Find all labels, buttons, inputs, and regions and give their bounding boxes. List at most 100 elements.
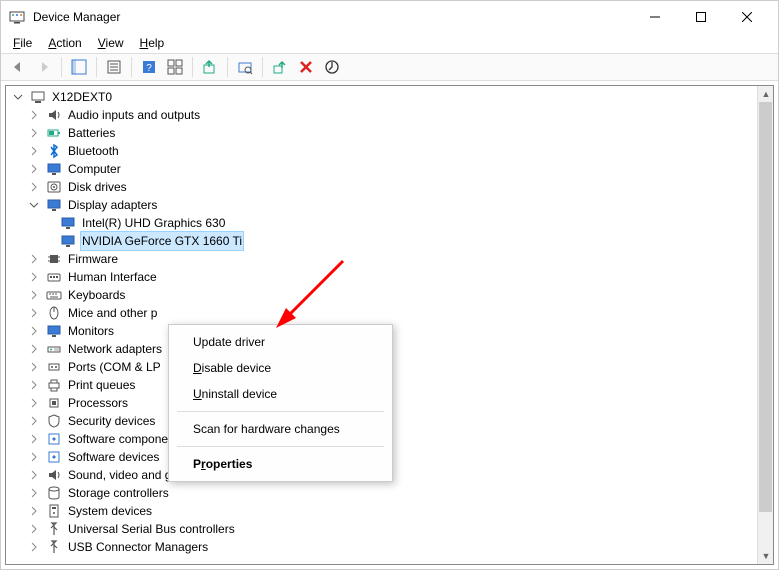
tree-item[interactable]: Computer xyxy=(6,160,773,178)
tree-item-label: Keyboards xyxy=(66,286,127,304)
menu-uninstall-device[interactable]: Uninstall device xyxy=(169,381,392,407)
enable-device-button[interactable] xyxy=(269,56,291,78)
expand-icon[interactable] xyxy=(28,343,40,355)
menu-update-driver[interactable]: Update driver xyxy=(169,329,392,355)
tree-item[interactable]: Bluetooth xyxy=(6,142,773,160)
toggle-view-button[interactable] xyxy=(164,56,186,78)
tree-item[interactable]: USB Connector Managers xyxy=(6,538,773,556)
expand-icon[interactable] xyxy=(28,109,40,121)
scroll-thumb[interactable] xyxy=(759,102,772,512)
minimize-button[interactable] xyxy=(632,1,678,33)
expand-icon[interactable] xyxy=(28,379,40,391)
monitor-icon xyxy=(46,161,62,177)
tree-area: X12DEXT0Audio inputs and outputsBatterie… xyxy=(5,85,774,565)
security-icon xyxy=(46,413,62,429)
tree-item-label: Batteries xyxy=(66,124,117,142)
toolbar-separator xyxy=(262,57,263,77)
expand-icon[interactable] xyxy=(28,433,40,445)
tree-item-label: Intel(R) UHD Graphics 630 xyxy=(80,214,227,232)
tree-item[interactable]: Human Interface xyxy=(6,268,773,286)
tree-item[interactable]: Batteries xyxy=(6,124,773,142)
computer-icon xyxy=(30,89,46,105)
forward-button[interactable] xyxy=(33,56,55,78)
tree-item[interactable]: System devices xyxy=(6,502,773,520)
expand-icon[interactable] xyxy=(28,271,40,283)
menu-action[interactable]: Action xyxy=(40,34,89,52)
speaker-icon xyxy=(46,467,62,483)
expand-icon[interactable] xyxy=(28,487,40,499)
chip-icon xyxy=(46,251,62,267)
expand-icon[interactable] xyxy=(28,289,40,301)
expand-icon[interactable] xyxy=(28,181,40,193)
menu-separator xyxy=(177,446,384,447)
menu-properties[interactable]: Properties xyxy=(169,451,392,477)
expand-icon[interactable] xyxy=(28,325,40,337)
menu-disable-device[interactable]: Disable device xyxy=(169,355,392,381)
collapse-icon[interactable] xyxy=(28,199,40,211)
properties-button[interactable] xyxy=(103,56,125,78)
expand-icon[interactable] xyxy=(28,451,40,463)
scroll-up-arrow[interactable]: ▲ xyxy=(758,86,774,102)
show-hide-console-button[interactable] xyxy=(68,56,90,78)
tree-item[interactable]: Keyboards xyxy=(6,286,773,304)
expand-icon[interactable] xyxy=(28,397,40,409)
expand-icon[interactable] xyxy=(28,145,40,157)
maximize-button[interactable] xyxy=(678,1,724,33)
port-icon xyxy=(46,359,62,375)
back-button[interactable] xyxy=(7,56,29,78)
tree-item[interactable]: Display adapters xyxy=(6,196,773,214)
device-tree[interactable]: X12DEXT0Audio inputs and outputsBatterie… xyxy=(6,86,773,558)
tree-item-label: Disk drives xyxy=(66,178,129,196)
tree-item-label: Ports (COM & LP xyxy=(66,358,163,376)
titlebar: Device Manager xyxy=(1,1,778,33)
tree-item-label: Universal Serial Bus controllers xyxy=(66,520,237,538)
toolbar: ? xyxy=(1,53,778,81)
tree-item[interactable]: Intel(R) UHD Graphics 630 xyxy=(6,214,773,232)
close-button[interactable] xyxy=(724,1,770,33)
tree-item-label: USB Connector Managers xyxy=(66,538,210,556)
root-label: X12DEXT0 xyxy=(50,88,114,106)
tree-item[interactable]: Disk drives xyxy=(6,178,773,196)
monitor-icon xyxy=(60,233,76,249)
menu-scan-hardware[interactable]: Scan for hardware changes xyxy=(169,416,392,442)
app-icon xyxy=(9,9,25,25)
tree-item-label: Software devices xyxy=(66,448,161,466)
help-button[interactable]: ? xyxy=(138,56,160,78)
tree-item[interactable]: NVIDIA GeForce GTX 1660 Ti xyxy=(6,232,773,250)
expand-icon[interactable] xyxy=(28,163,40,175)
tree-root[interactable]: X12DEXT0 xyxy=(6,88,773,106)
tree-item[interactable]: Mice and other p xyxy=(6,304,773,322)
tree-item-label: Processors xyxy=(66,394,130,412)
menu-separator xyxy=(177,411,384,412)
expand-icon[interactable] xyxy=(28,469,40,481)
tree-item-label: Human Interface xyxy=(66,268,159,286)
tree-item[interactable]: Audio inputs and outputs xyxy=(6,106,773,124)
vertical-scrollbar[interactable]: ▲ ▼ xyxy=(757,86,773,564)
tree-item[interactable]: Firmware xyxy=(6,250,773,268)
monitor-icon xyxy=(46,323,62,339)
menu-help[interactable]: Help xyxy=(132,34,173,52)
collapse-icon[interactable] xyxy=(12,91,24,103)
tree-item[interactable]: Universal Serial Bus controllers xyxy=(6,520,773,538)
disable-device-button[interactable] xyxy=(321,56,343,78)
menu-file[interactable]: File xyxy=(5,34,40,52)
expand-icon[interactable] xyxy=(28,541,40,553)
expand-icon[interactable] xyxy=(28,127,40,139)
toolbar-separator xyxy=(96,57,97,77)
expand-icon[interactable] xyxy=(28,415,40,427)
update-driver-button[interactable] xyxy=(199,56,221,78)
expand-icon[interactable] xyxy=(28,307,40,319)
menu-view[interactable]: View xyxy=(90,34,132,52)
scroll-down-arrow[interactable]: ▼ xyxy=(758,548,774,564)
expand-icon[interactable] xyxy=(28,361,40,373)
expand-icon[interactable] xyxy=(28,505,40,517)
expand-icon[interactable] xyxy=(28,253,40,265)
toolbar-separator xyxy=(61,57,62,77)
scan-hardware-button[interactable] xyxy=(234,56,256,78)
tree-item-label: NVIDIA GeForce GTX 1660 Ti xyxy=(80,231,244,251)
context-menu: Update driver Disable device Uninstall d… xyxy=(168,324,393,482)
uninstall-device-button[interactable] xyxy=(295,56,317,78)
toolbar-separator xyxy=(131,57,132,77)
tree-item[interactable]: Storage controllers xyxy=(6,484,773,502)
expand-icon[interactable] xyxy=(28,523,40,535)
